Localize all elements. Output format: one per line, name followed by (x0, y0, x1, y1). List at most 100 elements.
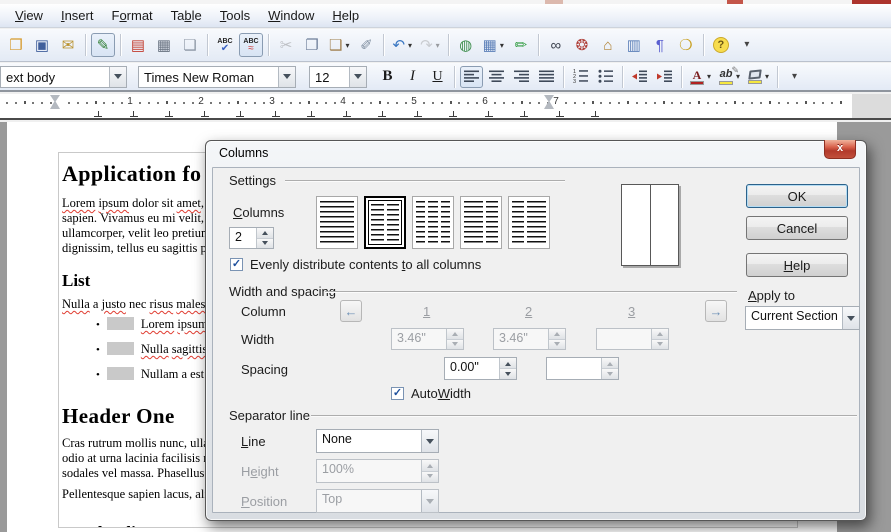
background-color-button[interactable]: ▾ (745, 66, 772, 88)
background-color-dropdown[interactable]: ▾ (765, 72, 769, 81)
find-replace-button[interactable]: ∞ (544, 33, 568, 57)
zoom-button[interactable]: ❍ (674, 33, 698, 57)
font-size-combo[interactable]: 12 (309, 66, 367, 88)
italic-button[interactable]: I (401, 66, 424, 88)
email-button[interactable]: ✉ (56, 33, 80, 57)
dialog-client-area: Settings Columns 2 ✓ Evenly distribute c… (212, 167, 860, 513)
data-sources-button[interactable]: ▥ (622, 33, 646, 57)
decrease-indent-button[interactable] (628, 66, 651, 88)
menu-help[interactable]: Help (323, 5, 368, 26)
undo-button[interactable]: ↶▾ (389, 33, 415, 57)
menu-table[interactable]: Table (162, 5, 211, 26)
menu-view[interactable]: View (6, 5, 52, 26)
ruler-tick (805, 101, 807, 104)
separator-group-label: Separator line (229, 408, 310, 423)
doc-heading: Another list (62, 523, 797, 528)
page-preview-button[interactable]: ❏ (178, 33, 202, 57)
bold-button[interactable]: B (376, 66, 399, 88)
copy-button[interactable]: ❐ (300, 33, 324, 57)
columns-count-up[interactable] (257, 228, 273, 239)
columns-count-spinner[interactable]: 2 (229, 227, 274, 249)
paste-dropdown[interactable]: ▾ (345, 41, 349, 50)
spacing-1-down[interactable] (500, 369, 516, 379)
preset-one-column[interactable] (316, 196, 358, 249)
underline-button[interactable]: U (426, 66, 449, 88)
evenly-distribute-checkbox[interactable]: ✓ (230, 258, 243, 271)
ok-button[interactable]: OK (746, 184, 848, 208)
dialog-title[interactable]: Columns (219, 146, 268, 160)
print-button[interactable]: ▦ (152, 33, 176, 57)
horizontal-ruler: 1234567 (0, 94, 891, 120)
open-button[interactable]: ❒ (4, 33, 28, 57)
formatting-marks-button[interactable]: ¶ (648, 33, 672, 57)
align-center-button[interactable] (485, 66, 508, 88)
save-button[interactable]: ▣ (30, 33, 54, 57)
separator-line-dropdown[interactable] (421, 430, 438, 452)
spacing-spinner-2 (546, 357, 619, 380)
preset-two-columns[interactable] (364, 196, 406, 249)
spelling-button[interactable]: ABC✔ (213, 33, 237, 57)
increase-indent-button[interactable] (653, 66, 676, 88)
paragraph-style-combo[interactable]: ext body (0, 66, 127, 88)
cancel-button[interactable]: Cancel (746, 216, 848, 240)
undo-dropdown[interactable]: ▾ (408, 41, 412, 50)
auto-spellcheck-button[interactable]: ABC≈ (239, 33, 263, 57)
preset-two-columns-right-wide[interactable] (508, 196, 550, 249)
help-button-dialog[interactable]: Help (746, 253, 848, 277)
ruler-tick (379, 101, 381, 104)
highlighting-button[interactable]: ab✎▾ (716, 66, 743, 88)
ruler-number: 7 (553, 96, 559, 107)
font-name-combo[interactable]: Times New Roman (138, 66, 296, 88)
dialog-close-button[interactable]: x (824, 140, 856, 159)
menu-insert[interactable]: Insert (52, 5, 103, 26)
insert-table-dropdown[interactable]: ▾ (500, 41, 504, 50)
separator-line-combo[interactable]: None (316, 429, 439, 453)
justify-button[interactable] (535, 66, 558, 88)
autowidth-checkbox[interactable]: ✓ (391, 387, 404, 400)
font-color-button[interactable]: A▾ (687, 66, 714, 88)
draw-functions-button[interactable]: ✏ (509, 33, 533, 57)
paste-button[interactable]: ❑▾ (326, 33, 352, 57)
separator-height-label: Height (241, 464, 279, 479)
apply-to-combo[interactable]: Current Section (745, 306, 860, 330)
edit-file-button[interactable]: ✎ (91, 33, 115, 57)
hyperlink-button[interactable]: ◍ (454, 33, 478, 57)
list-bullet: • (96, 319, 100, 331)
bullet-list-button[interactable] (594, 66, 617, 88)
font-size-dropdown[interactable] (349, 67, 366, 87)
print-icon: ▦ (157, 38, 171, 53)
help-button[interactable]: ? (709, 33, 733, 57)
apply-to-dropdown[interactable] (842, 307, 859, 329)
tab-stop-mark (343, 111, 351, 117)
cut-button: ✂ (274, 33, 298, 57)
toolbar-overflow[interactable]: ▾ (735, 33, 759, 57)
clone-formatting-button[interactable]: ✐ (354, 33, 378, 57)
columns-count-down[interactable] (257, 239, 273, 249)
hyperlink-icon: ◍ (459, 38, 472, 53)
numbered-list-button[interactable]: 123 (569, 66, 592, 88)
toolbar-overflow-icon: ▾ (744, 40, 749, 50)
paragraph-style-dropdown[interactable] (109, 67, 126, 87)
gallery-button[interactable]: ⌂ (596, 33, 620, 57)
menu-format[interactable]: Format (102, 5, 161, 26)
spacing-1-up[interactable] (500, 358, 516, 369)
navigator-button[interactable]: ❂ (570, 33, 594, 57)
menu-tools[interactable]: Tools (211, 5, 259, 26)
previous-column-button[interactable]: ← (340, 300, 362, 322)
font-color-dropdown[interactable]: ▾ (707, 72, 711, 81)
font-name-dropdown[interactable] (278, 67, 295, 87)
insert-table-icon: ▦ (483, 38, 497, 53)
spacing-spinner-1[interactable]: 0.00" (444, 357, 517, 380)
ruler-number: 2 (198, 96, 204, 107)
ruler-tick (24, 101, 26, 104)
menu-window[interactable]: Window (259, 5, 323, 26)
ruler-tick (219, 102, 221, 104)
preset-two-columns-left-wide[interactable] (460, 196, 502, 249)
next-column-button[interactable]: → (705, 300, 727, 322)
align-left-button[interactable] (460, 66, 483, 88)
preset-three-columns[interactable] (412, 196, 454, 249)
toolbar-overflow-2[interactable]: ▾ (783, 66, 806, 88)
align-right-button[interactable] (510, 66, 533, 88)
insert-table-button[interactable]: ▦▾ (480, 33, 507, 57)
export-pdf-button[interactable]: ▤ (126, 33, 150, 57)
